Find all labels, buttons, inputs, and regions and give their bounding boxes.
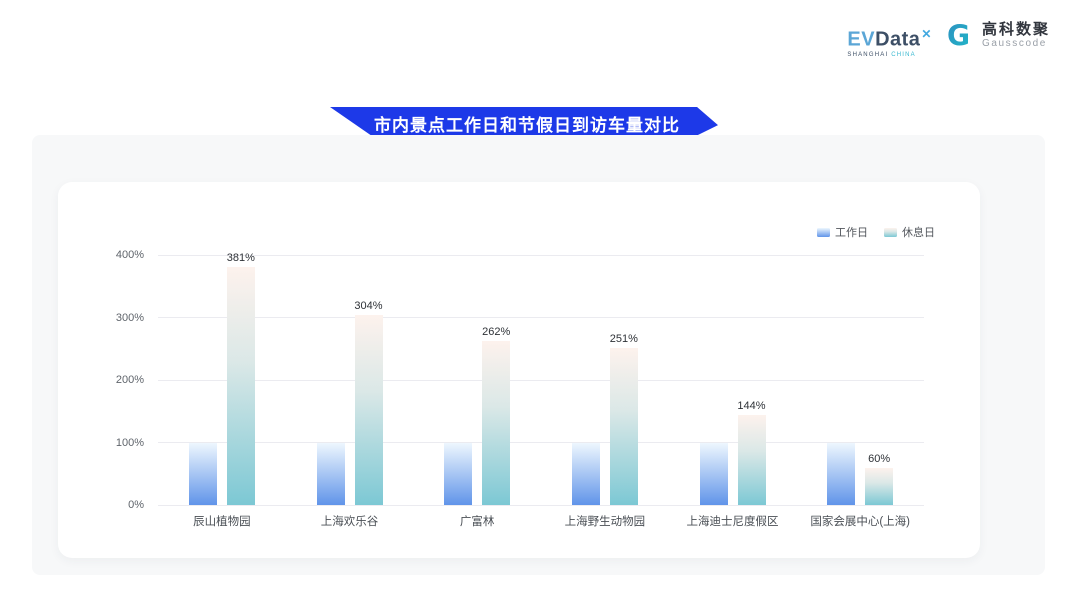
- gausscode-g-icon: G: [946, 20, 976, 50]
- gausscode-text: 高科数聚 Gausscode: [982, 21, 1050, 50]
- bar-restday: [738, 415, 766, 505]
- grid-line: [158, 505, 924, 506]
- page: EVData✕ SHANGHAI CHINA G 高科数聚 Gausscode …: [0, 0, 1080, 608]
- category-label: 辰山植物园: [193, 513, 251, 529]
- bar-value-label: 60%: [868, 453, 890, 465]
- y-axis-tick-label: 200%: [116, 374, 144, 386]
- legend-item-restday[interactable]: 休息日: [884, 224, 935, 240]
- grid-line: [158, 255, 924, 256]
- evdata-logo: EVData✕ SHANGHAI CHINA: [847, 20, 932, 58]
- legend-mark-workday: [817, 228, 830, 237]
- content-panel: 工作日 休息日 0%100%200%300%400%381%辰山植物园304%上…: [32, 135, 1045, 575]
- evdata-ev-text: EV: [847, 29, 875, 51]
- bar-workday: [189, 443, 217, 506]
- y-axis-tick-label: 0%: [128, 499, 144, 511]
- bar-restday: [355, 315, 383, 505]
- bar-value-label: 144%: [737, 400, 765, 412]
- legend-label-workday: 工作日: [835, 224, 868, 240]
- bar-value-label: 262%: [482, 326, 510, 338]
- bar-workday: [827, 443, 855, 506]
- grid-line: [158, 380, 924, 381]
- svg-text:G: G: [947, 20, 970, 50]
- bar-workday: [572, 443, 600, 506]
- bar-value-label: 381%: [227, 252, 255, 264]
- header-logos: EVData✕ SHANGHAI CHINA G 高科数聚 Gausscode: [847, 20, 1050, 58]
- evdata-data-text: Data: [875, 29, 920, 51]
- plot-area: 0%100%200%300%400%381%辰山植物园304%上海欢乐谷262%…: [158, 255, 924, 505]
- category-label: 上海欢乐谷: [321, 513, 379, 529]
- bar-value-label: 304%: [354, 300, 382, 312]
- y-axis-tick-label: 300%: [116, 312, 144, 324]
- page-title: 市内景点工作日和节假日到访车量对比: [368, 111, 680, 136]
- y-axis-tick-label: 100%: [116, 437, 144, 449]
- grid-line: [158, 317, 924, 318]
- bar-workday: [700, 443, 728, 506]
- evdata-x-icon: ✕: [921, 27, 932, 41]
- grid-line: [158, 442, 924, 443]
- bar-value-label: 251%: [610, 333, 638, 345]
- category-label: 广富林: [460, 513, 495, 529]
- y-axis-tick-label: 400%: [116, 249, 144, 261]
- legend-item-workday[interactable]: 工作日: [817, 224, 868, 240]
- bar-restday: [482, 341, 510, 505]
- legend-label-restday: 休息日: [902, 224, 935, 240]
- category-label: 上海野生动物园: [565, 513, 646, 529]
- bar-restday: [227, 267, 255, 505]
- chart-card: 工作日 休息日 0%100%200%300%400%381%辰山植物园304%上…: [58, 182, 980, 558]
- legend-mark-restday: [884, 228, 897, 237]
- category-label: 上海迪士尼度假区: [687, 513, 779, 529]
- bar-workday: [317, 443, 345, 506]
- category-label: 国家会展中心(上海): [810, 513, 910, 529]
- chart-legend: 工作日 休息日: [817, 224, 935, 240]
- bar-workday: [444, 443, 472, 506]
- gausscode-logo: G 高科数聚 Gausscode: [946, 20, 1050, 50]
- gausscode-en: Gausscode: [982, 38, 1050, 50]
- evdata-wordmark: EVData✕: [847, 24, 932, 50]
- gausscode-cn: 高科数聚: [982, 21, 1050, 38]
- bar-restday: [610, 348, 638, 505]
- bar-restday: [865, 468, 893, 506]
- evdata-subtext: SHANGHAI CHINA: [847, 52, 932, 58]
